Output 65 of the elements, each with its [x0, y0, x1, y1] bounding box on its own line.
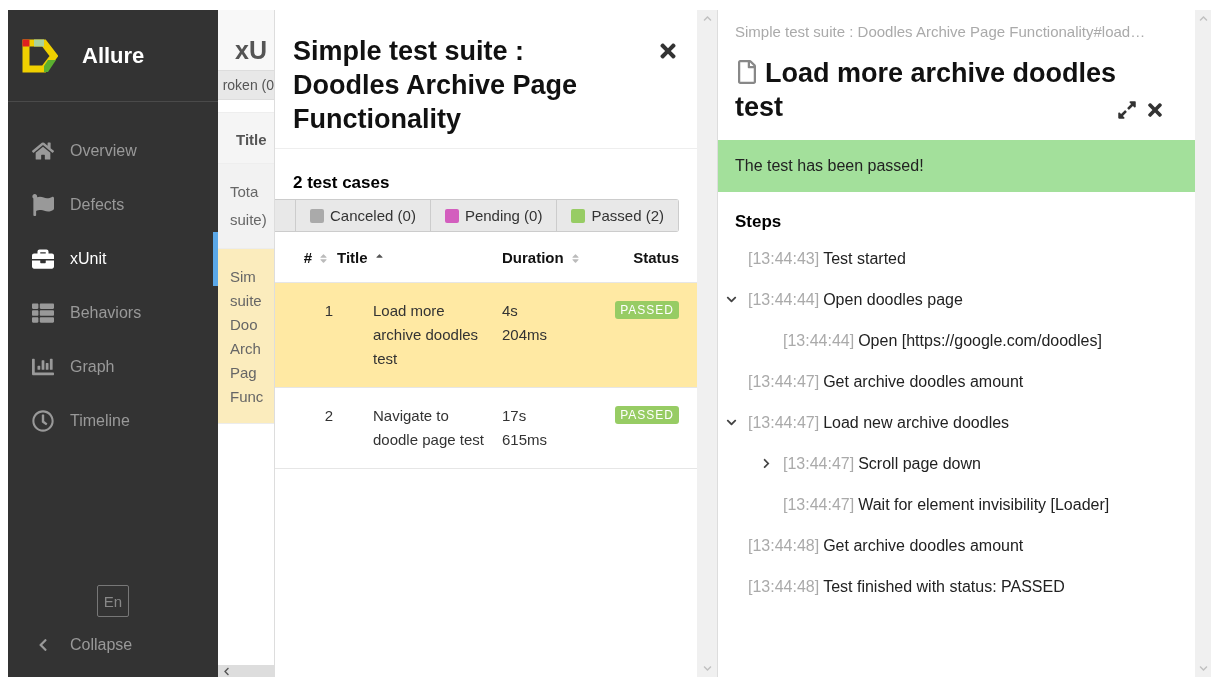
- table-row[interactable]: Tota suite): [218, 164, 274, 249]
- test-title: Load more archive doodles test: [735, 57, 1117, 124]
- step-name[interactable]: Open doodles page: [823, 290, 963, 309]
- step-time: [13:44:47]: [748, 413, 820, 432]
- test-count: 2 test cases: [292, 172, 391, 194]
- list-icon: [32, 302, 54, 324]
- status-filter[interactable]: Passed (2): [556, 200, 678, 231]
- status-tab[interactable]: roken (0: [218, 70, 274, 100]
- table-row[interactable]: Sim suite Doo Arch Pag Func: [218, 249, 274, 424]
- step-time: [13:44:47]: [748, 372, 820, 391]
- logo-icon: [22, 38, 58, 73]
- close-icon[interactable]: [1145, 100, 1165, 120]
- step-time: [13:44:43]: [748, 249, 820, 268]
- file-icon: [735, 60, 759, 84]
- bar-chart-icon: [32, 356, 54, 378]
- test-row[interactable]: 1 Load more archive doodles test 4s 204ms PASSED: [275, 283, 697, 388]
- status-badge: PASSED: [615, 406, 679, 424]
- chevron-icon[interactable]: [726, 294, 737, 305]
- step-name[interactable]: Scroll page down: [858, 454, 981, 473]
- step-time: [13:44:48]: [748, 577, 820, 596]
- step-name[interactable]: Wait for element invisibility [Loader]: [858, 495, 1110, 514]
- step-time: [13:44:47]: [783, 454, 855, 473]
- page-title: xU: [218, 10, 274, 70]
- test-duration: 4s 204ms: [502, 301, 549, 345]
- column-header[interactable]: Status: [633, 246, 679, 270]
- clock-icon: [32, 410, 54, 432]
- status-banner: The test has been passed!: [718, 140, 1195, 192]
- nav-item[interactable]: Timeline: [8, 394, 218, 448]
- status-badge: PASSED: [615, 301, 679, 319]
- column-header[interactable]: Title: [337, 246, 368, 270]
- expand-icon[interactable]: [1117, 100, 1137, 120]
- row-number: 1: [323, 301, 334, 321]
- chevron-icon[interactable]: [726, 417, 737, 428]
- language-button[interactable]: En: [97, 585, 129, 617]
- step-time: [13:44:44]: [748, 290, 820, 309]
- step-name[interactable]: Get archive doodles amount: [823, 372, 1024, 391]
- test-title: Navigate to doodle page test: [372, 406, 485, 450]
- step-name[interactable]: Open [https://google.com/doodles]: [858, 331, 1102, 350]
- flag-icon: [32, 194, 54, 216]
- step-name[interactable]: Test finished with status: PASSED: [823, 577, 1065, 596]
- step-time: [13:44:48]: [748, 536, 820, 555]
- nav-item[interactable]: Overview: [8, 124, 218, 178]
- breadcrumb: Simple test suite : Doodles Archive Page Functionality#load…: [734, 22, 1147, 40]
- column-header[interactable]: #: [303, 246, 312, 270]
- row-number: 2: [323, 406, 334, 426]
- step-time: [13:44:44]: [783, 331, 855, 350]
- suite-title: Simple test suite : Doodles Archive Page Functionality: [293, 35, 579, 136]
- nav-item[interactable]: Behaviors: [8, 286, 218, 340]
- test-duration: 17s 615ms: [502, 406, 549, 450]
- nav-item[interactable]: Defects: [8, 178, 218, 232]
- home-icon: [32, 140, 54, 162]
- test-title: Load more archive doodles test: [372, 301, 480, 369]
- steps-heading: Steps: [734, 211, 783, 233]
- chevron-icon[interactable]: [761, 458, 772, 469]
- column-header[interactable]: Duration: [502, 246, 564, 270]
- nav-item[interactable]: Graph: [8, 340, 218, 394]
- step-name[interactable]: Get archive doodles amount: [823, 536, 1024, 555]
- step-name[interactable]: Test started: [823, 249, 906, 268]
- column-header[interactable]: Title: [218, 112, 274, 164]
- scroll-left-icon[interactable]: [222, 666, 231, 676]
- brand-name: Allure: [82, 42, 145, 69]
- step-name[interactable]: Load new archive doodles: [823, 413, 1010, 432]
- step-time: [13:44:47]: [783, 495, 855, 514]
- briefcase-icon: [32, 248, 54, 270]
- collapse-button[interactable]: Collapse: [8, 635, 218, 655]
